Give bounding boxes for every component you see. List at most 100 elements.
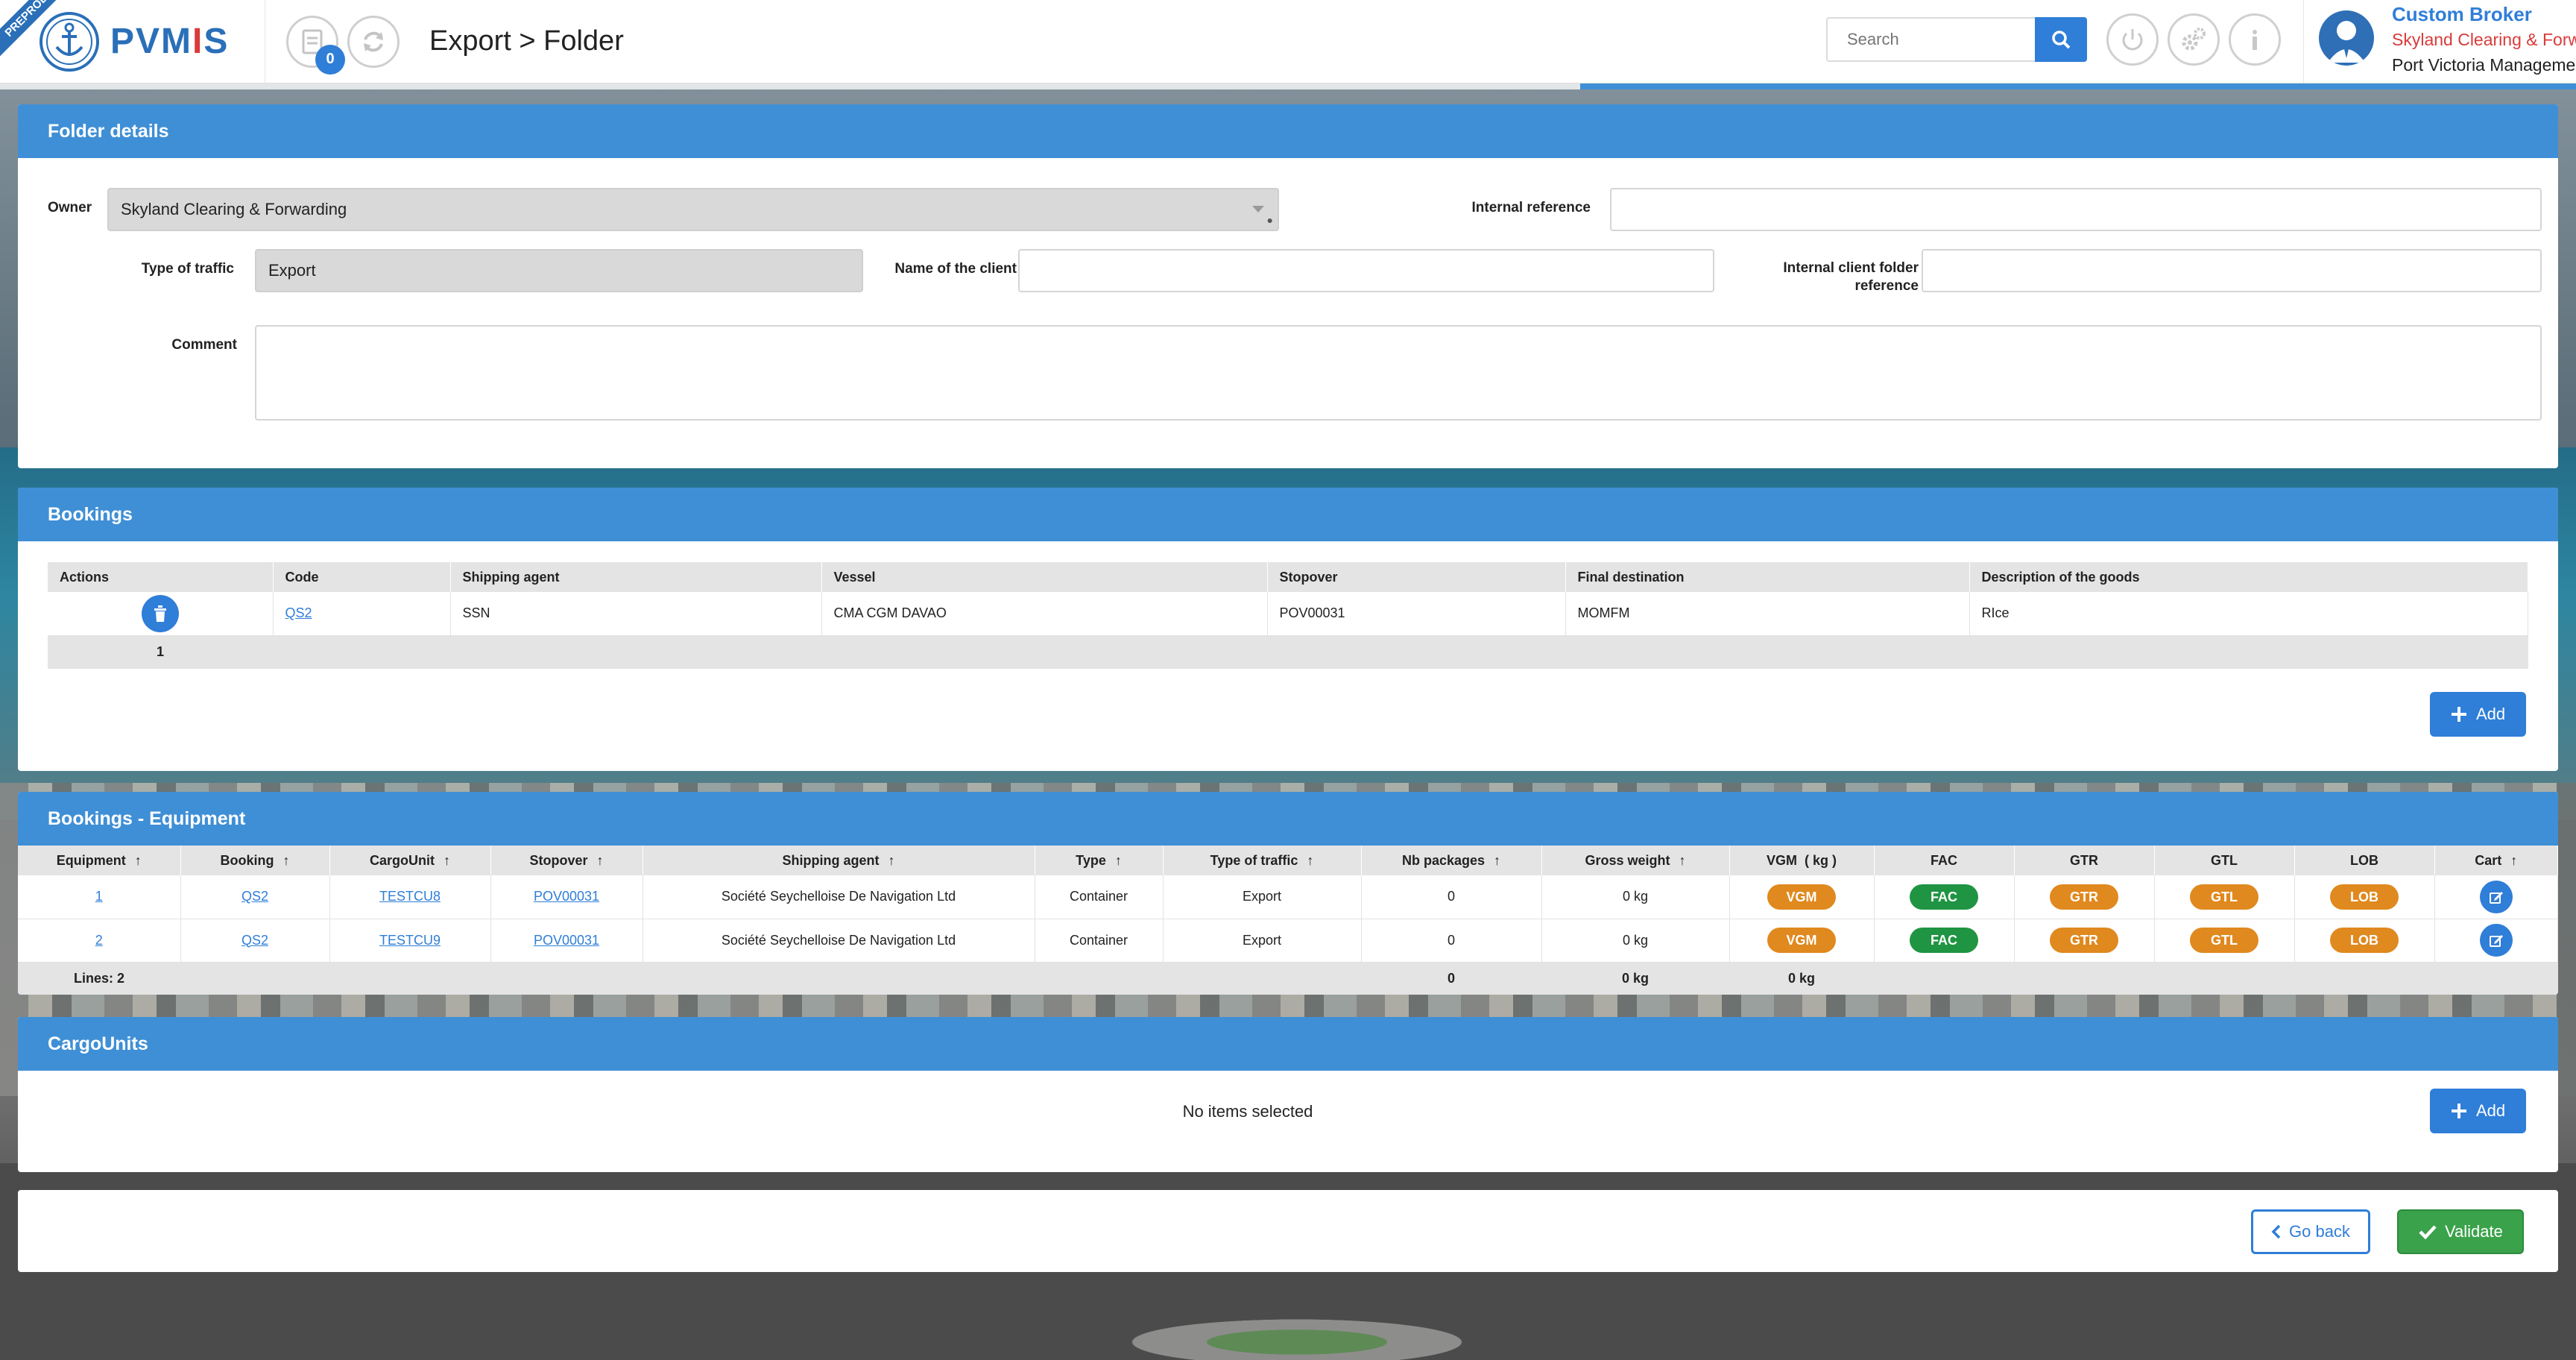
cart-button[interactable] bbox=[2479, 880, 2513, 913]
stopover-link[interactable]: POV00031 bbox=[534, 933, 599, 948]
settings-button[interactable] bbox=[2168, 13, 2220, 66]
chevron-down-icon bbox=[1252, 206, 1264, 212]
notifications-button[interactable]: 0 bbox=[286, 15, 345, 75]
col-description[interactable]: Description of the goods bbox=[1969, 562, 2528, 592]
col-nb-packages[interactable]: Nb packages ↑ bbox=[1361, 846, 1542, 875]
folder-details-panel: Folder details Owner Skyland Clearing & … bbox=[18, 104, 2558, 468]
cell-type: Container bbox=[1035, 919, 1164, 963]
col-final-destination[interactable]: Final destination bbox=[1565, 562, 1970, 592]
col-vessel[interactable]: Vessel bbox=[821, 562, 1268, 592]
col-booking[interactable]: Booking ↑ bbox=[180, 846, 330, 875]
app-logo-text: PVMIS bbox=[110, 22, 230, 61]
trash-icon bbox=[154, 605, 166, 622]
comment-label: Comment bbox=[171, 337, 237, 353]
col-stopover[interactable]: Stopover ↑ bbox=[490, 846, 643, 875]
booking-code-link[interactable]: QS2 bbox=[285, 605, 312, 620]
col-cart[interactable]: Cart ↑ bbox=[2434, 846, 2558, 875]
stopover-link[interactable]: POV00031 bbox=[534, 889, 599, 904]
cargounits-title: CargoUnits bbox=[18, 1017, 2558, 1071]
cell-traffic: Export bbox=[1163, 919, 1362, 963]
owner-value: Skyland Clearing & Forwarding bbox=[121, 200, 347, 218]
table-row[interactable]: 2 QS2 TESTCU9 POV00031 Société Seychello… bbox=[18, 919, 2558, 963]
cell-weight: 0 kg bbox=[1541, 875, 1730, 919]
internal-reference-field[interactable] bbox=[1610, 188, 2542, 231]
col-stopover[interactable]: Stopover bbox=[1267, 562, 1566, 592]
progress-fill bbox=[1580, 84, 2576, 89]
info-button[interactable] bbox=[2229, 13, 2281, 66]
cell-destination: MOMFM bbox=[1565, 592, 1970, 636]
validate-button[interactable]: Validate bbox=[2397, 1209, 2524, 1254]
col-gross-weight[interactable]: Gross weight ↑ bbox=[1541, 846, 1730, 875]
search-button[interactable] bbox=[2035, 17, 2087, 62]
validate-label: Validate bbox=[2445, 1222, 2503, 1241]
sort-arrow-icon: ↑ bbox=[596, 852, 604, 868]
table-row[interactable]: 1 QS2 TESTCU8 POV00031 Société Seychello… bbox=[18, 875, 2558, 919]
internal-client-reference-field[interactable] bbox=[1922, 249, 2542, 292]
top-header: PREPROD PVMIS 0 Export > Folder Search C… bbox=[0, 0, 2576, 84]
vgm-button[interactable]: VGM bbox=[1767, 884, 1836, 910]
sort-arrow-icon: ↑ bbox=[282, 852, 290, 868]
sort-arrow-icon: ↑ bbox=[888, 852, 895, 868]
fac-button[interactable]: FAC bbox=[1910, 928, 1978, 953]
vgm-button[interactable]: VGM bbox=[1767, 928, 1836, 953]
equipment-link[interactable]: 1 bbox=[95, 889, 103, 904]
equipment-table: Equipment ↑ Booking ↑ CargoUnit ↑ Stopover ↑… bbox=[18, 846, 2558, 995]
booking-link[interactable]: QS2 bbox=[242, 889, 268, 904]
refresh-icon bbox=[364, 31, 383, 51]
col-equipment[interactable]: Equipment ↑ bbox=[18, 846, 181, 875]
cell-packages: 0 bbox=[1361, 919, 1542, 963]
type-of-traffic-field[interactable]: Export bbox=[255, 249, 863, 292]
search-input[interactable] bbox=[1826, 17, 2035, 62]
fac-button[interactable]: FAC bbox=[1910, 884, 1978, 910]
col-gtl: GTL bbox=[2154, 846, 2295, 875]
col-type-of-traffic[interactable]: Type of traffic ↑ bbox=[1163, 846, 1362, 875]
add-booking-button[interactable]: Add bbox=[2430, 692, 2527, 737]
folder-details-title: Folder details bbox=[18, 104, 2558, 158]
logout-button[interactable] bbox=[2106, 13, 2159, 66]
cargounit-link[interactable]: TESTCU8 bbox=[379, 889, 441, 904]
cell-agent: SSN bbox=[450, 592, 822, 636]
notifications-count-badge: 0 bbox=[315, 44, 345, 75]
bookings-panel: Bookings Actions Code Shipping agent Ves… bbox=[18, 488, 2558, 771]
action-bar: Go back Validate bbox=[18, 1190, 2558, 1272]
cargounit-link[interactable]: TESTCU9 bbox=[379, 933, 441, 948]
lob-button[interactable]: LOB bbox=[2330, 928, 2399, 953]
gtr-button[interactable]: GTR bbox=[2050, 884, 2118, 910]
type-of-traffic-label: Type of traffic bbox=[141, 261, 234, 277]
booking-link[interactable]: QS2 bbox=[242, 933, 268, 948]
bookings-equipment-panel: Bookings - Equipment Equipment ↑ Booking ↑… bbox=[18, 792, 2558, 995]
add-booking-label: Add bbox=[2476, 705, 2506, 723]
comment-textarea[interactable] bbox=[255, 325, 2542, 421]
port-logo-icon bbox=[40, 11, 99, 72]
cell-code[interactable]: QS2 bbox=[273, 592, 451, 636]
refresh-button[interactable] bbox=[347, 15, 400, 68]
col-vgm: VGM ( kg ) bbox=[1729, 846, 1875, 875]
col-cargounit[interactable]: CargoUnit ↑ bbox=[329, 846, 491, 875]
cell-weight: 0 kg bbox=[1541, 919, 1730, 963]
user-info[interactable]: Custom Broker Skyland Clearing & Forward… bbox=[2303, 0, 2576, 84]
add-cargounit-button[interactable]: Add bbox=[2430, 1089, 2527, 1133]
delete-button[interactable] bbox=[141, 594, 179, 632]
cell-packages: 0 bbox=[1361, 875, 1542, 919]
gears-icon bbox=[2182, 28, 2206, 51]
gtl-button[interactable]: GTL bbox=[2190, 928, 2258, 953]
internal-reference-label: Internal reference bbox=[1471, 200, 1591, 215]
logo-area[interactable]: PREPROD PVMIS bbox=[0, 0, 265, 84]
gtl-button[interactable]: GTL bbox=[2190, 884, 2258, 910]
col-fac: FAC bbox=[1874, 846, 2015, 875]
user-organization: Port Victoria Management bbox=[2392, 55, 2576, 75]
owner-select[interactable]: Skyland Clearing & Forwarding ● bbox=[107, 188, 1279, 231]
lob-button[interactable]: LOB bbox=[2330, 884, 2399, 910]
col-code[interactable]: Code bbox=[273, 562, 451, 592]
go-back-button[interactable]: Go back bbox=[2251, 1209, 2370, 1254]
client-name-field[interactable] bbox=[1018, 249, 1714, 292]
gtr-button[interactable]: GTR bbox=[2050, 928, 2118, 953]
table-row[interactable]: QS2 SSN CMA CGM DAVAO POV00031 MOMFM RIc… bbox=[48, 592, 2528, 636]
equipment-link[interactable]: 2 bbox=[95, 933, 103, 948]
sort-arrow-icon: ↑ bbox=[1679, 852, 1686, 868]
col-shipping-agent[interactable]: Shipping agent ↑ bbox=[643, 846, 1035, 875]
required-marker: ● bbox=[1266, 214, 1273, 226]
col-type[interactable]: Type ↑ bbox=[1035, 846, 1164, 875]
col-shipping-agent[interactable]: Shipping agent bbox=[450, 562, 822, 592]
cart-button[interactable] bbox=[2479, 924, 2513, 957]
